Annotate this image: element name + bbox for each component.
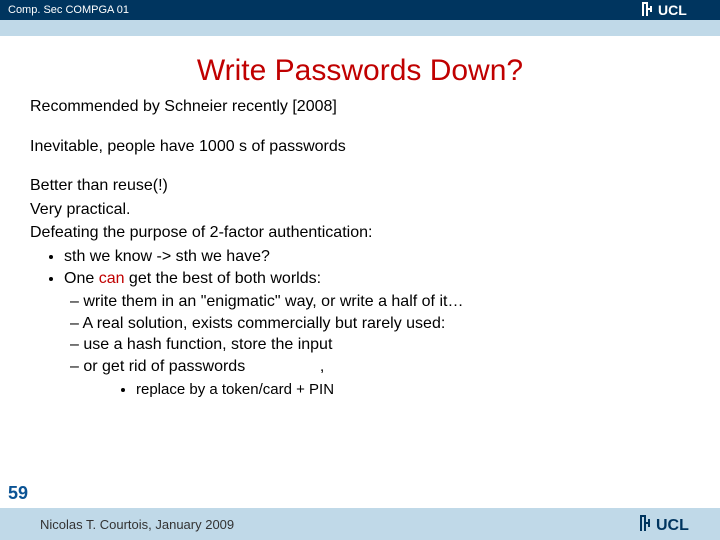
svg-text:UCL: UCL — [656, 517, 689, 534]
slide-title: Write Passwords Down? — [0, 54, 720, 88]
dash-enigmatic: write them in an "enigmatic" way, or wri… — [70, 291, 690, 313]
bullet-one-can: One can get the best of both worlds: — [64, 268, 690, 290]
sub-bullet-token: replace by a token/card + PIN — [136, 380, 690, 400]
course-code: Comp. Sec COMPGA 01 — [8, 4, 129, 16]
dash-getrid: or get rid of passwords altogether, — [70, 356, 690, 378]
bullet-one-prefix: One — [64, 270, 99, 287]
paragraph-1: Recommended by Schneier recently [2008] — [30, 96, 690, 118]
slide-content: Recommended by Schneier recently [2008] … — [0, 96, 720, 400]
bullet-list-1: sth we know -> sth we have? One can get … — [48, 246, 690, 289]
svg-text:UCL: UCL — [658, 2, 687, 18]
dash-getrid-suffix: , — [320, 358, 324, 375]
ucl-logo-top: UCL — [642, 2, 712, 18]
bullet-sth: sth we know -> sth we have? — [64, 246, 690, 268]
bullet-one-red: can — [99, 270, 125, 287]
top-bar: Comp. Sec COMPGA 01 UCL — [0, 0, 720, 20]
footer-author: Nicolas T. Courtois, January 2009 — [40, 517, 234, 532]
paragraph-2: Inevitable, people have 1000 s of passwo… — [30, 136, 690, 158]
bottom-bar: Nicolas T. Courtois, January 2009 UCL — [0, 508, 720, 540]
bullet-one-suffix: get the best of both worlds: — [124, 270, 321, 287]
dash-real-solution: A real solution, exists commercially but… — [70, 313, 690, 335]
page-number: 59 — [8, 483, 28, 504]
dash-getrid-prefix: or get rid of passwords — [83, 358, 249, 375]
dash-list: write them in an "enigmatic" way, or wri… — [70, 291, 690, 377]
sub-bullet-list: replace by a token/card + PIN — [120, 380, 690, 400]
line-practical: Very practical. — [30, 199, 690, 221]
ucl-logo-bottom: UCL — [640, 514, 710, 534]
banner-stripe — [0, 20, 720, 36]
line-better: Better than reuse(!) — [30, 175, 690, 197]
dash-hash: use a hash function, store the input — [70, 334, 690, 356]
line-defeating: Defeating the purpose of 2-factor authen… — [30, 222, 690, 244]
